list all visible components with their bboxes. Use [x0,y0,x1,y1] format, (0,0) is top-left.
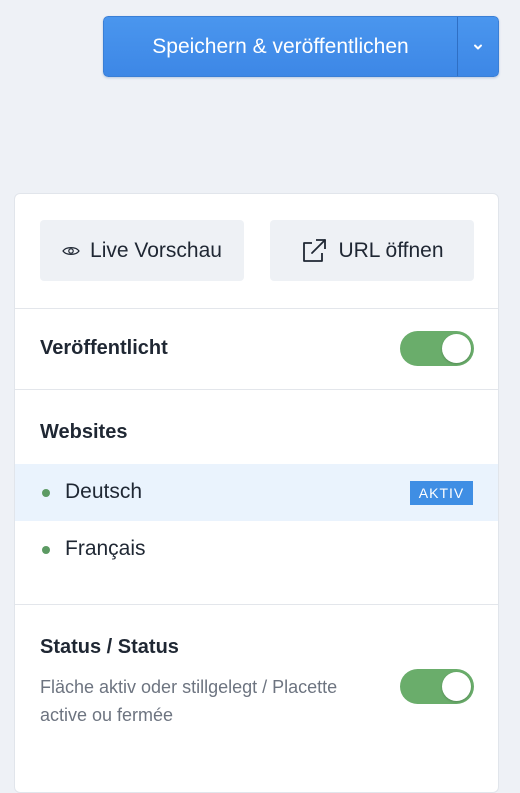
toggle-knob [442,334,471,363]
published-toggle[interactable] [400,331,474,366]
save-and-publish-button[interactable]: Speichern & veröffentlichen [103,16,457,77]
published-label: Veröffentlicht [40,337,168,359]
toggle-knob [442,672,471,701]
external-link-icon [303,238,327,262]
status-title: Status / Status [40,636,179,658]
eye-icon [62,246,80,255]
publish-options-dropdown-button[interactable] [457,16,499,77]
live-preview-button[interactable]: Live Vorschau [40,220,244,281]
active-badge: AKTIV [410,481,473,505]
status-dot [42,489,50,497]
website-label: Français [65,537,146,560]
live-preview-label: Live Vorschau [90,238,222,262]
websites-section: Websites Deutsch AKTIV Français [15,390,498,605]
status-toggle[interactable] [400,669,474,704]
open-url-label: URL öffnen [338,238,444,262]
website-label: Deutsch [65,480,143,503]
websites-title: Websites [40,421,128,443]
status-description: Fläche aktiv oder stillgelegt / Placette… [40,677,338,725]
open-url-button[interactable]: URL öffnen [270,220,474,281]
website-item-deutsch[interactable]: Deutsch AKTIV [15,464,498,521]
published-row: Veröffentlicht [15,308,498,390]
status-dot [42,546,50,554]
chevron-down-icon [474,44,482,49]
website-item-francais[interactable]: Français [15,521,498,578]
status-section: Status / Status Fläche aktiv oder stillg… [15,605,498,765]
publish-button-group: Speichern & veröffentlichen [103,16,499,77]
preview-actions-row: Live Vorschau URL öffnen [15,194,498,309]
publish-settings-panel: Live Vorschau URL öffnen Veröffentlicht … [14,193,499,793]
